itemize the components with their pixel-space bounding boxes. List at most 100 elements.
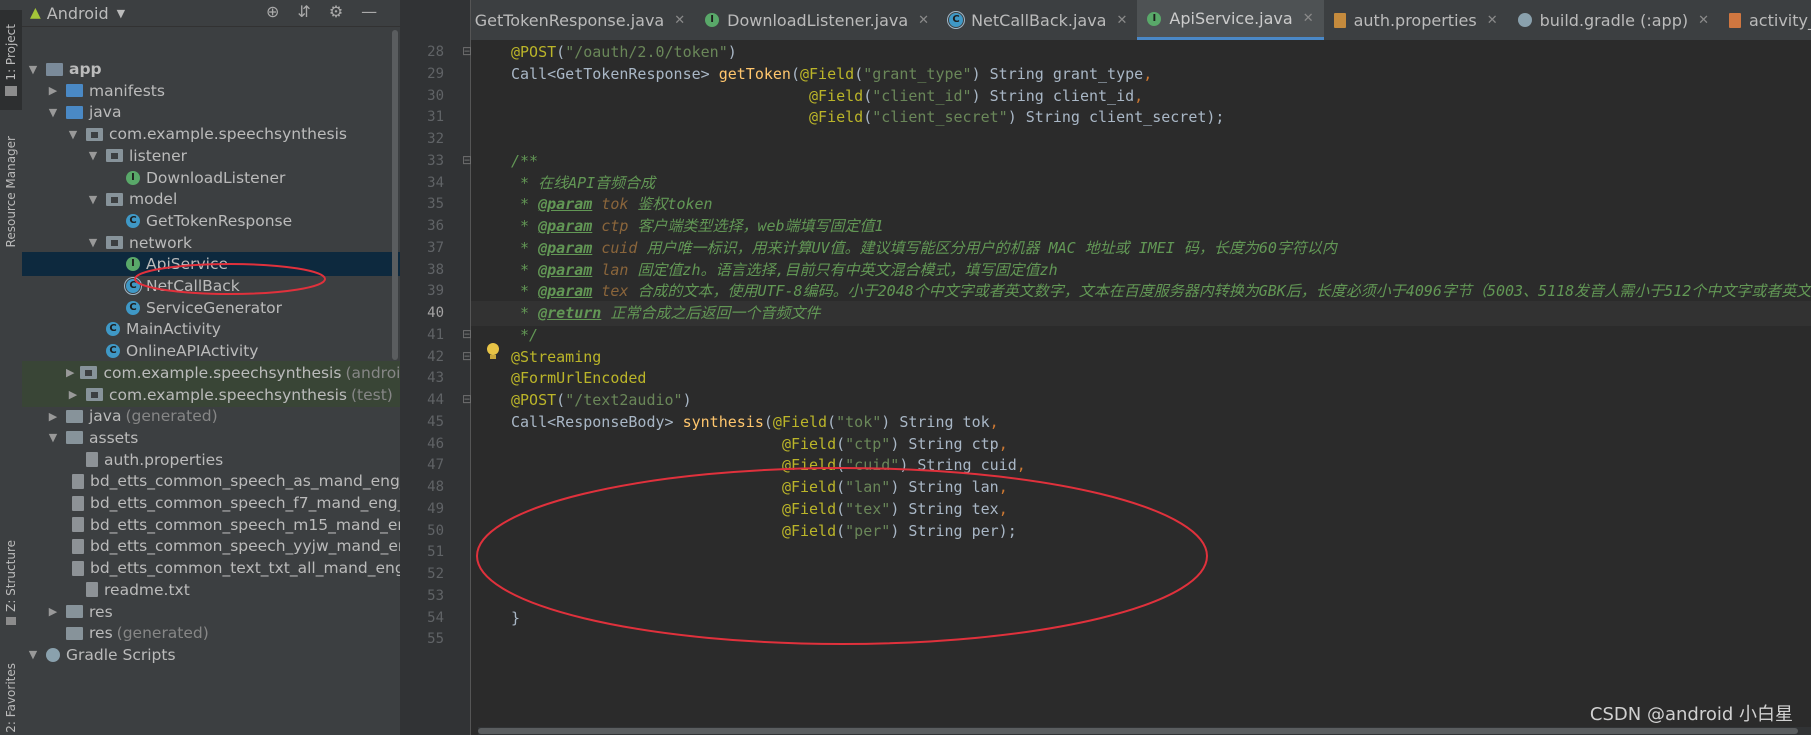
tree-item[interactable]: ▶ java (generated)	[22, 404, 400, 428]
close-icon[interactable]: ✕	[674, 13, 685, 28]
project-view-selector[interactable]: Android	[47, 4, 109, 23]
tree-item[interactable]: bd_etts_common_speech_as_mand_eng_high_a…	[22, 469, 400, 493]
expanded-arrow-icon[interactable]: ▼	[86, 193, 100, 206]
close-icon[interactable]: ✕	[1116, 13, 1127, 28]
tree-item[interactable]: I DownloadListener	[22, 166, 400, 190]
editor-tab[interactable]: C NetCallBack.java ✕	[939, 0, 1137, 40]
tree-item-label: DownloadListener	[146, 168, 286, 187]
close-icon[interactable]: ✕	[918, 13, 929, 28]
close-icon[interactable]: ✕	[1303, 11, 1314, 26]
code-token: )	[682, 391, 692, 409]
code-token: Call<ResponseBody>	[511, 412, 683, 431]
collapsed-arrow-icon[interactable]: ▶	[46, 605, 60, 618]
expanded-arrow-icon[interactable]: ▼	[86, 236, 100, 249]
tree-item[interactable]: C ServiceGenerator	[22, 296, 400, 320]
expanded-arrow-icon[interactable]: ▼	[46, 106, 60, 119]
tree-item[interactable]: bd_etts_common_speech_m15_mand_eng_high_…	[22, 513, 400, 537]
hide-icon[interactable]: —	[361, 2, 377, 21]
chevron-down-icon[interactable]: ▼	[117, 7, 125, 20]
tree-item[interactable]: readme.txt	[22, 578, 400, 602]
tool-window-strip: 1: Project Resource Manager Z: Structure…	[0, 0, 23, 735]
code-editor[interactable]: @POST("/oauth/2.0/token") Call<GetTokenRe…	[471, 40, 1811, 735]
tree-item[interactable]: ▼ model	[22, 187, 400, 211]
android-icon: ▲	[30, 5, 41, 21]
tree-item-label: OnlineAPIActivity	[126, 342, 259, 361]
tree-item-label: NetCallBack	[146, 277, 240, 295]
tree-item[interactable]: bd_etts_common_speech_f7_mand_eng_high_a…	[22, 491, 400, 515]
structure-tool-tab[interactable]: Z: Structure	[0, 535, 22, 630]
tree-item[interactable]: ▶ com.example.speechsynthesis (test)	[22, 382, 400, 407]
code-token: ctp	[601, 217, 629, 235]
code-token: @param	[538, 195, 593, 214]
tree-item[interactable]: ▶ res	[22, 600, 400, 624]
editor-tab[interactable]: I DownloadListener.java ✕	[695, 0, 939, 40]
tree-item[interactable]: I ApiService	[22, 252, 400, 277]
code-token: (	[836, 499, 846, 518]
lightbulb-icon[interactable]	[486, 343, 500, 361]
close-icon[interactable]: ✕	[1698, 13, 1709, 28]
editor-horizontal-scrollbar[interactable]	[478, 727, 1811, 735]
code-token: tex	[601, 282, 629, 301]
tree-item[interactable]: bd_etts_common_text_txt_all_mand_eng_mid…	[22, 556, 400, 580]
tree-item[interactable]: ▼ network	[22, 231, 400, 255]
code-token: (	[863, 86, 873, 105]
resource-manager-tool-tab[interactable]: Resource Manager	[0, 136, 22, 250]
collapsed-arrow-icon[interactable]: ▶	[66, 366, 74, 379]
collapsed-arrow-icon[interactable]: ▶	[46, 410, 60, 423]
code-token: "/oauth/2.0/token"	[565, 43, 728, 61]
module-folder-icon	[46, 62, 63, 76]
abstract-class-icon: C	[124, 277, 142, 295]
tree-item[interactable]: C OnlineAPIActivity	[22, 339, 400, 363]
code-token: lan	[601, 260, 629, 279]
collapse-all-icon[interactable]: ⇵	[297, 2, 310, 21]
code-token: ,	[1143, 64, 1153, 83]
tree-item[interactable]: ▼ app	[22, 57, 400, 81]
tree-item[interactable]: ▶ manifests	[22, 79, 400, 103]
tree-item[interactable]: ▼ com.example.speechsynthesis	[22, 122, 400, 146]
class-icon: C	[126, 300, 140, 315]
close-icon[interactable]: ✕	[1487, 13, 1498, 28]
editor-tab[interactable]: CGetTokenResponse.java✕	[443, 0, 695, 40]
editor-tab[interactable]: auth.properties ✕	[1324, 0, 1508, 40]
favorites-tool-tab[interactable]: 2: Favorites	[0, 660, 22, 735]
tree-item[interactable]: res (generated)	[22, 621, 400, 645]
code-token: @param	[538, 217, 593, 235]
tree-item[interactable]: C GetTokenResponse	[22, 209, 400, 233]
editor-tab[interactable]: I ApiService.java ✕	[1137, 0, 1324, 40]
code-token: ) String tex	[890, 499, 999, 518]
code-token: (	[854, 64, 864, 83]
code-token: "/text2audio"	[565, 391, 683, 409]
tree-item[interactable]: ▼ assets	[22, 426, 400, 450]
expanded-arrow-icon[interactable]: ▼	[26, 63, 40, 76]
editor-tab[interactable]: build.gradle (:app) ✕	[1508, 0, 1719, 40]
tree-item[interactable]: auth.properties	[22, 448, 400, 472]
collapsed-arrow-icon[interactable]: ▶	[46, 84, 60, 97]
code-token: (	[790, 64, 800, 83]
gear-icon[interactable]: ⚙	[329, 2, 343, 21]
locate-icon[interactable]: ⊕	[266, 2, 279, 21]
code-token: @Field	[809, 86, 864, 105]
expanded-arrow-icon[interactable]: ▼	[26, 648, 40, 661]
tree-item[interactable]: bd_etts_common_speech_yyjw_mand_eng_high…	[22, 534, 400, 558]
tree-item[interactable]: C MainActivity	[22, 317, 400, 341]
expanded-arrow-icon[interactable]: ▼	[66, 128, 80, 141]
tree-item[interactable]: ▼ listener	[22, 144, 400, 168]
code-token: @return	[538, 304, 602, 322]
expanded-arrow-icon[interactable]: ▼	[86, 149, 100, 162]
tree-scrollbar[interactable]	[392, 30, 398, 360]
tree-item[interactable]: ▶ com.example.speechsynthesis(androidTest…	[22, 360, 400, 385]
tree-item[interactable]: ▼ java	[22, 100, 400, 124]
code-token: getToken	[718, 64, 791, 83]
code-token: (	[556, 391, 566, 409]
collapsed-arrow-icon[interactable]: ▶	[66, 388, 80, 401]
project-tool-tab[interactable]: 1: Project	[0, 10, 22, 110]
expanded-arrow-icon[interactable]: ▼	[46, 431, 60, 444]
tree-item[interactable]: ▼ Gradle Scripts	[22, 643, 400, 667]
tree-item[interactable]: C NetCallBack	[22, 274, 400, 298]
file-icon	[72, 495, 84, 511]
editor-tab[interactable]: activity_main.xml✕	[1719, 0, 1811, 40]
